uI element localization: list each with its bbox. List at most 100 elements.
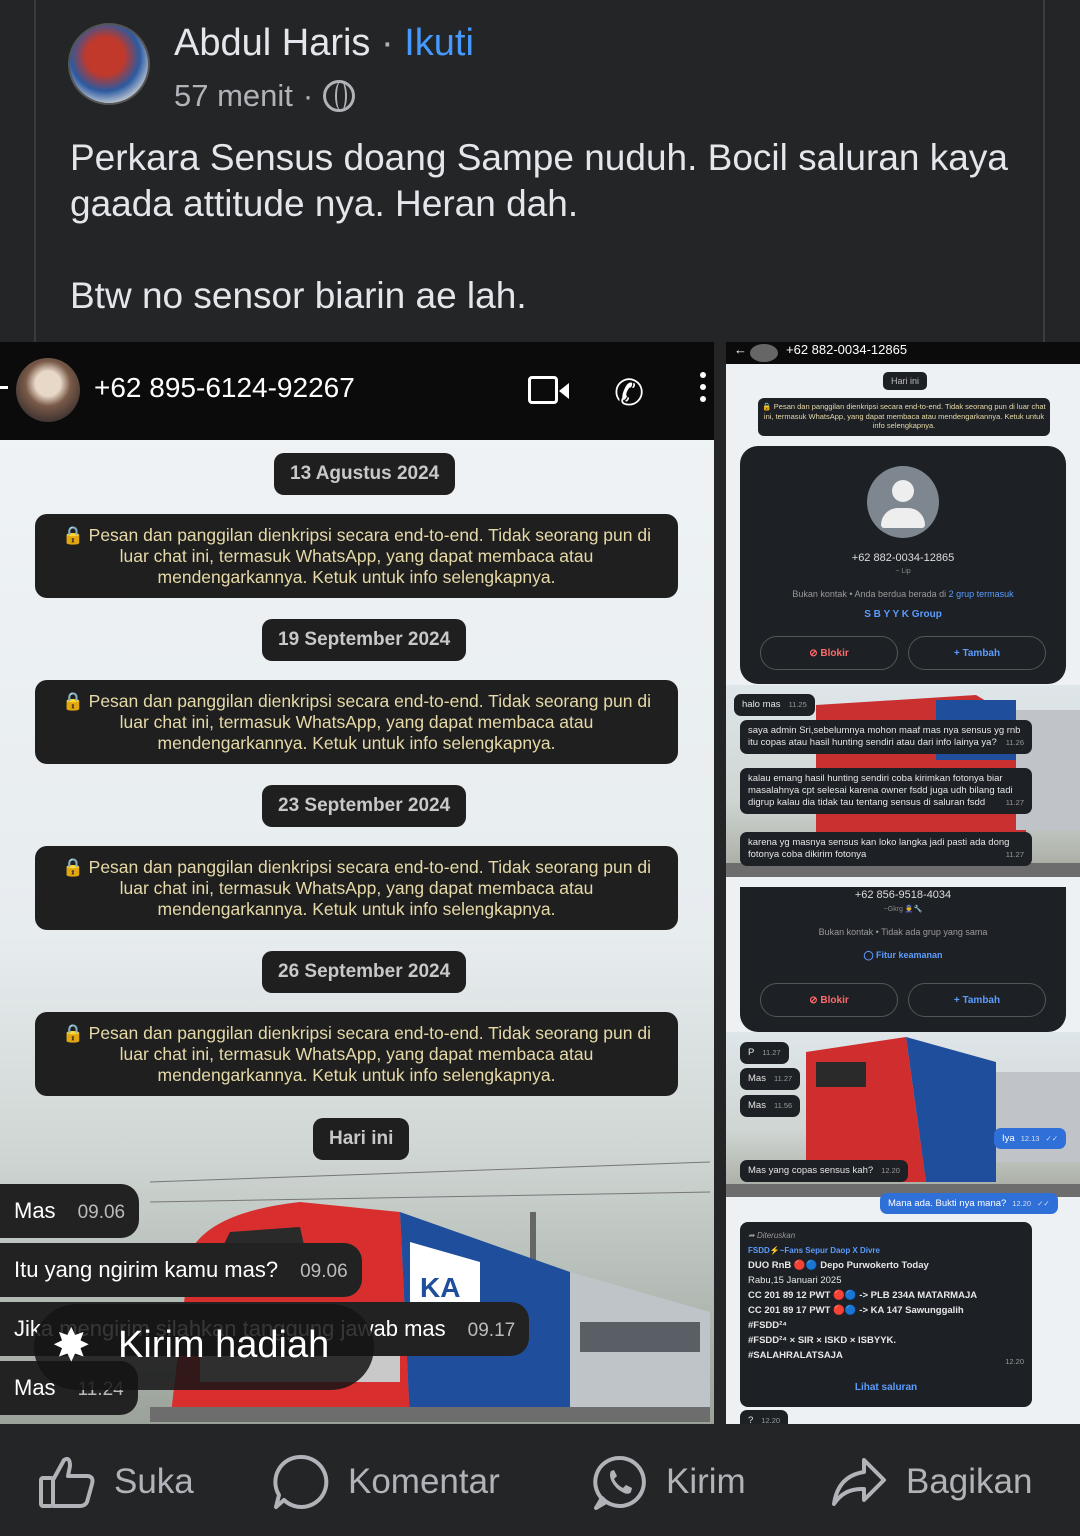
- message-bubble[interactable]: Mas 11.27: [740, 1068, 801, 1090]
- card-subtitle: ~ Lip: [895, 568, 911, 575]
- forwarded-message[interactable]: ➦ Diteruskan FSDD⚡~Fans Sepur Daop X Div…: [740, 1222, 1032, 1407]
- forward-line: Rabu,15 Januari 2025: [748, 1275, 842, 1286]
- comment-button[interactable]: Komentar: [272, 1454, 500, 1510]
- message-text: halo mas: [742, 699, 781, 710]
- message-bubble[interactable]: saya admin Sri,sebelumnya mohon maaf mas…: [740, 720, 1032, 754]
- message-time: 12.20: [1005, 1357, 1024, 1366]
- separator: ·: [380, 22, 394, 64]
- message-bubble[interactable]: P 11.27: [740, 1042, 789, 1064]
- message-time: 12.20: [1012, 1199, 1032, 1208]
- block-button[interactable]: ⊘ Blokir: [760, 983, 898, 1017]
- like-button[interactable]: Suka: [38, 1454, 194, 1510]
- encryption-notice[interactable]: 🔒 Pesan dan panggilan dienkripsi secara …: [35, 1012, 678, 1096]
- message-text: saya admin Sri,sebelumnya mohon maaf mas…: [748, 725, 1021, 748]
- gift-label: Kirim hadiah: [118, 1324, 330, 1366]
- security-label: Fitur keamanan: [876, 950, 943, 960]
- encryption-notice[interactable]: 🔒 Pesan dan panggilan dienkripsi secara …: [35, 514, 678, 598]
- share-button[interactable]: Bagikan: [830, 1454, 1032, 1510]
- comment-label: Komentar: [348, 1462, 500, 1501]
- meta-dot: ·: [302, 78, 314, 113]
- message-text: Mas: [748, 1073, 766, 1084]
- message-time: 09.17: [467, 1320, 516, 1341]
- forward-line: DUO RnB 🔴🔵 Depo Purwokerto Today: [748, 1260, 929, 1271]
- card-info-text: Bukan kontak • Anda berdua berada di: [792, 589, 947, 599]
- block-label: Blokir: [820, 648, 849, 659]
- card-info: Bukan kontak • Anda berdua berada di 2 g…: [740, 589, 1066, 599]
- block-label: Blokir: [820, 995, 849, 1006]
- encryption-notice[interactable]: 🔒 Pesan dan panggilan dienkripsi secara …: [758, 398, 1050, 436]
- message-bubble[interactable]: Mas yang copas sensus kah? 12.20: [740, 1160, 908, 1182]
- card-number: +62 882-0034-12865: [851, 552, 955, 564]
- message-bubble[interactable]: Mas 09.06: [0, 1184, 140, 1238]
- message-bubble[interactable]: Mas 11.56: [740, 1095, 801, 1117]
- add-label: Tambah: [962, 648, 1001, 659]
- back-icon[interactable]: [0, 386, 8, 389]
- add-button[interactable]: + Tambah: [908, 983, 1046, 1017]
- message-time: 11.27: [773, 1074, 793, 1083]
- message-text: Iya: [1002, 1133, 1015, 1144]
- screenshot-left[interactable]: KA +62 895-6124-92267 ✆ 13 Agustus 2024 …: [0, 342, 714, 1424]
- like-icon: [39, 1456, 95, 1508]
- contact-number[interactable]: +62 882-0034-12865: [786, 342, 907, 357]
- message-bubble[interactable]: ? 12.20: [740, 1410, 789, 1424]
- forwarded-label: ➦ Diteruskan: [748, 1231, 796, 1240]
- phone-icon[interactable]: ✆: [614, 372, 644, 414]
- forwarded-text: Diteruskan: [756, 1231, 796, 1240]
- follow-button[interactable]: Ikuti: [404, 22, 474, 64]
- message-bubble[interactable]: halo mas 11.25: [734, 694, 815, 716]
- post-time[interactable]: 57 menit: [174, 78, 293, 114]
- globe-icon: [323, 80, 356, 112]
- contact-card: +62 856-9518-4034 ~Gkrg 👮🔧 Bukan kontak …: [740, 887, 1066, 1032]
- message-text: Mana ada. Bukti nya mana?: [888, 1198, 1007, 1209]
- chat-header: +62 895-6124-92267 ✆: [0, 342, 714, 440]
- forward-line: #FSDD²⁴ × SIR × ISKD × ISBYYK.: [748, 1335, 897, 1346]
- date-pill: 13 Agustus 2024: [274, 453, 456, 495]
- message-bubble-outgoing[interactable]: Iya 12.13 ✓✓: [994, 1128, 1067, 1149]
- message-text: Mas yang copas sensus kah?: [748, 1165, 874, 1176]
- author-avatar[interactable]: [68, 23, 150, 105]
- message-time: 12.13: [1020, 1134, 1040, 1143]
- whatsapp-icon: [593, 1455, 646, 1510]
- message-bubble[interactable]: Itu yang ngirim kamu mas? 09.06: [0, 1243, 362, 1297]
- double-check-icon: ✓✓: [1037, 1199, 1050, 1208]
- date-pill: Hari ini: [883, 372, 928, 390]
- message-bubble[interactable]: kalau emang hasil hunting sendiri coba k…: [740, 768, 1032, 814]
- group-name[interactable]: S B Y Y K Group: [740, 609, 1066, 620]
- person-icon: [867, 466, 939, 538]
- more-icon[interactable]: [700, 372, 708, 406]
- back-icon[interactable]: ←: [734, 342, 747, 357]
- message-bubble-outgoing[interactable]: Mana ada. Bukti nya mana? 12.20 ✓✓: [880, 1193, 1058, 1214]
- contact-avatar[interactable]: [16, 358, 80, 422]
- contact-avatar[interactable]: [750, 344, 778, 362]
- message-bubble[interactable]: karena yg masnya sensus kan loko langka …: [740, 832, 1032, 866]
- message-text: Mas: [748, 1100, 766, 1111]
- message-text: karena yg masnya sensus kan loko langka …: [748, 837, 1010, 860]
- message-time: 09.06: [77, 1202, 126, 1223]
- add-button[interactable]: + Tambah: [908, 636, 1046, 670]
- date-pill: 26 September 2024: [262, 951, 467, 993]
- divider: [34, 0, 36, 342]
- send-button[interactable]: Kirim: [592, 1454, 746, 1510]
- channel-name[interactable]: FSDD⚡~Fans Sepur Daop X Divre: [748, 1243, 1024, 1258]
- post-body: Perkara Sensus doang Sampe nuduh. Bocil …: [70, 135, 1030, 319]
- security-link[interactable]: ◯ Fitur keamanan: [740, 950, 1066, 961]
- screenshot-right[interactable]: ← +62 882-0034-12865 Hari ini 🔒 Pesan da…: [726, 342, 1080, 1424]
- date-pill: 19 September 2024: [262, 619, 467, 661]
- block-button[interactable]: ⊘ Blokir: [760, 636, 898, 670]
- message-time: 11.27: [1005, 798, 1024, 807]
- divider: [1043, 0, 1045, 342]
- encryption-notice[interactable]: 🔒 Pesan dan panggilan dienkripsi secara …: [35, 680, 678, 764]
- encryption-notice[interactable]: 🔒 Pesan dan panggilan dienkripsi secara …: [35, 846, 678, 930]
- groups-link[interactable]: 2 grup termasuk: [949, 589, 1014, 599]
- view-channel-button[interactable]: Lihat saluran: [740, 1380, 1032, 1395]
- date-pill: 23 September 2024: [262, 785, 467, 827]
- chat-header: ← +62 882-0034-12865: [726, 342, 1080, 364]
- post-actions: Suka Komentar Kirim Bagikan: [0, 1424, 1080, 1536]
- message-time: 11.25: [788, 700, 807, 709]
- video-call-icon[interactable]: [528, 376, 558, 404]
- author-name[interactable]: Abdul Haris: [174, 22, 370, 64]
- share-icon: [832, 1458, 886, 1506]
- contact-number[interactable]: +62 895-6124-92267: [94, 372, 355, 404]
- message-time: 11.27: [762, 1048, 781, 1057]
- send-gift-button[interactable]: ✸ Kirim hadiah: [34, 1304, 374, 1390]
